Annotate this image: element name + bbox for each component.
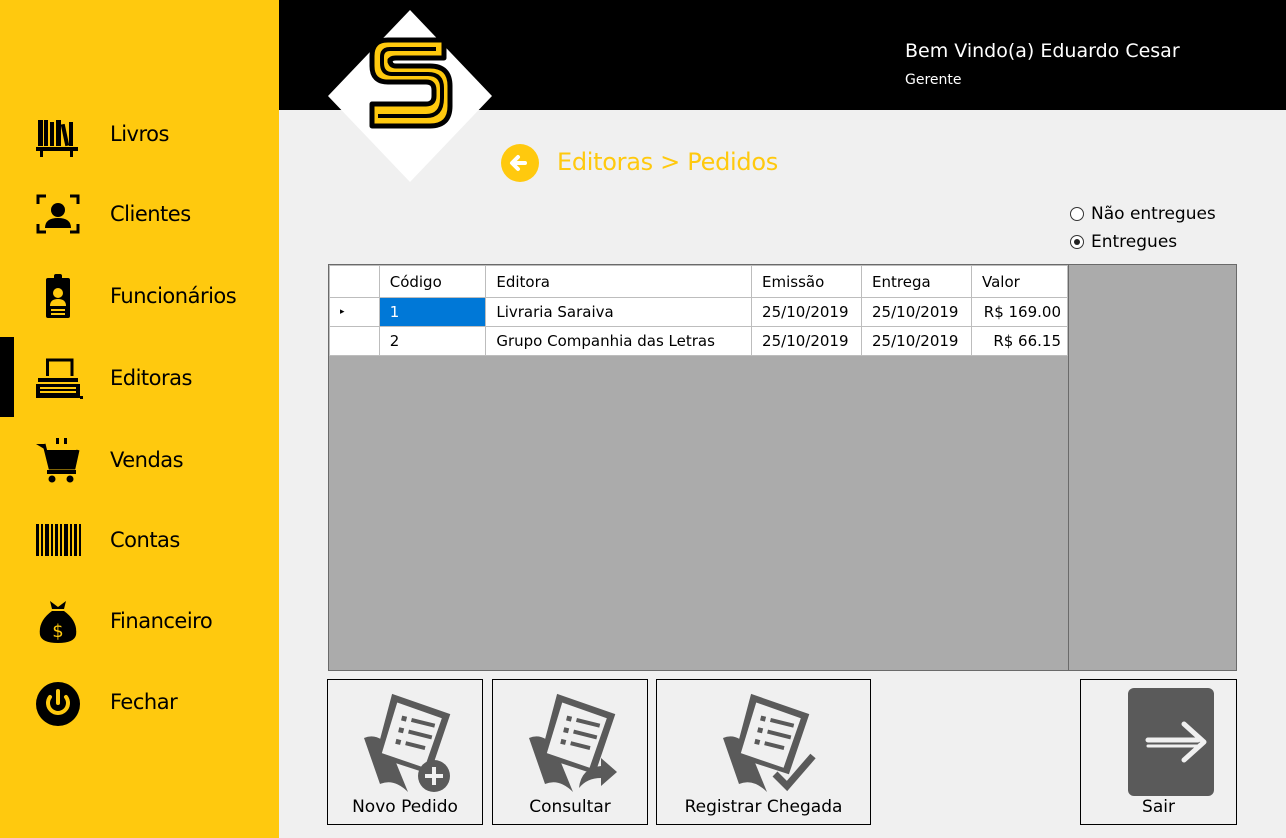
money-bag-icon: $: [30, 593, 86, 649]
sair-button[interactable]: Sair: [1080, 679, 1237, 825]
breadcrumb: Editoras > Pedidos: [557, 148, 778, 176]
column-header-editora[interactable]: Editora: [485, 265, 753, 298]
radio-nao-entregues[interactable]: Não entregues: [1070, 204, 1286, 224]
sidebar-item-contas[interactable]: Contas: [0, 510, 279, 570]
sidebar-item-clientes[interactable]: Clientes: [0, 184, 279, 244]
column-header-valor[interactable]: Valor: [970, 265, 1069, 298]
button-label: Sair: [1142, 797, 1175, 817]
sidebar-item-vendas[interactable]: Vendas: [0, 430, 279, 490]
sidebar-item-fechar[interactable]: Fechar: [0, 672, 279, 732]
table-row[interactable]: ▸ 1 Livraria Saraiva 25/10/2019 25/10/20…: [329, 297, 1069, 327]
registrar-chegada-button[interactable]: Registrar Chegada: [656, 679, 871, 825]
check-order-icon: [722, 693, 816, 792]
grid-empty-area: [1069, 264, 1237, 671]
cell-valor[interactable]: R$ 66.15: [970, 326, 1069, 356]
exit-door-icon: [1127, 688, 1214, 796]
novo-pedido-button[interactable]: Novo Pedido: [327, 679, 483, 825]
radio-entregues[interactable]: Entregues: [1070, 232, 1177, 252]
radio-label: Entregues: [1091, 232, 1178, 252]
button-label: Consultar: [529, 797, 611, 817]
radio-circle[interactable]: [1070, 235, 1084, 249]
row-header-corner: [329, 265, 380, 298]
table-header-row: Código Editora Emissão Entrega Valor: [329, 265, 1069, 298]
employee-badge-icon: [30, 268, 86, 324]
sidebar-item-label: Livros: [110, 122, 169, 146]
sidebar: Livros Clientes Funcionários Editoras Ve…: [0, 0, 279, 838]
new-order-icon: [364, 693, 451, 792]
sidebar-item-label: Fechar: [110, 690, 178, 714]
sidebar-item-financeiro[interactable]: $ Financeiro: [0, 591, 279, 651]
sidebar-item-editoras[interactable]: Editoras: [0, 348, 279, 408]
svg-text:$: $: [52, 621, 63, 642]
user-role: Gerente: [905, 72, 962, 88]
current-row-marker: ▸: [329, 297, 380, 327]
radio-label: Não entregues: [1091, 204, 1216, 224]
back-arrow-icon[interactable]: [501, 144, 539, 182]
welcome-text: Bem Vindo(a) Eduardo Cesar: [905, 40, 1180, 62]
view-order-icon: [529, 693, 617, 792]
cell-editora[interactable]: Livraria Saraiva: [485, 297, 753, 327]
sidebar-item-label: Funcionários: [110, 284, 237, 308]
cell-editora[interactable]: Grupo Companhia das Letras: [485, 326, 753, 356]
row-header-cell[interactable]: [329, 326, 380, 356]
shopping-cart-icon: [30, 432, 86, 488]
column-header-emissao[interactable]: Emissão: [751, 265, 863, 298]
cell-valor[interactable]: R$ 169.00: [970, 297, 1069, 327]
sidebar-item-label: Editoras: [110, 366, 192, 390]
power-icon: [30, 674, 86, 730]
app-logo: [328, 10, 492, 182]
cell-entrega[interactable]: 25/10/2019: [861, 297, 972, 327]
radio-circle[interactable]: [1070, 207, 1084, 221]
person-scan-icon: [30, 186, 86, 242]
sidebar-item-livros[interactable]: Livros: [0, 104, 279, 164]
orders-table: Código Editora Emissão Entrega Valor ▸ 1…: [329, 265, 1069, 356]
sidebar-item-label: Financeiro: [110, 609, 213, 633]
books-icon: [30, 106, 86, 162]
cell-entrega[interactable]: 25/10/2019: [861, 326, 972, 356]
cell-codigo[interactable]: 1: [378, 297, 487, 327]
table-row[interactable]: 2 Grupo Companhia das Letras 25/10/2019 …: [329, 326, 1069, 356]
cell-codigo[interactable]: 2: [378, 326, 487, 356]
consultar-button[interactable]: Consultar: [492, 679, 648, 825]
button-label: Registrar Chegada: [684, 797, 843, 817]
sidebar-item-label: Vendas: [110, 448, 184, 472]
column-header-codigo[interactable]: Código: [378, 265, 487, 298]
barcode-icon: [30, 512, 86, 568]
orders-grid[interactable]: Código Editora Emissão Entrega Valor ▸ 1…: [328, 264, 1069, 671]
cell-emissao[interactable]: 25/10/2019: [751, 297, 863, 327]
sidebar-item-funcionarios[interactable]: Funcionários: [0, 266, 279, 326]
button-label: Novo Pedido: [352, 797, 458, 817]
typewriter-icon: [30, 350, 86, 406]
sidebar-item-label: Contas: [110, 528, 180, 552]
sidebar-item-label: Clientes: [110, 202, 191, 226]
column-header-entrega[interactable]: Entrega: [861, 265, 972, 298]
cell-emissao[interactable]: 25/10/2019: [751, 326, 863, 356]
